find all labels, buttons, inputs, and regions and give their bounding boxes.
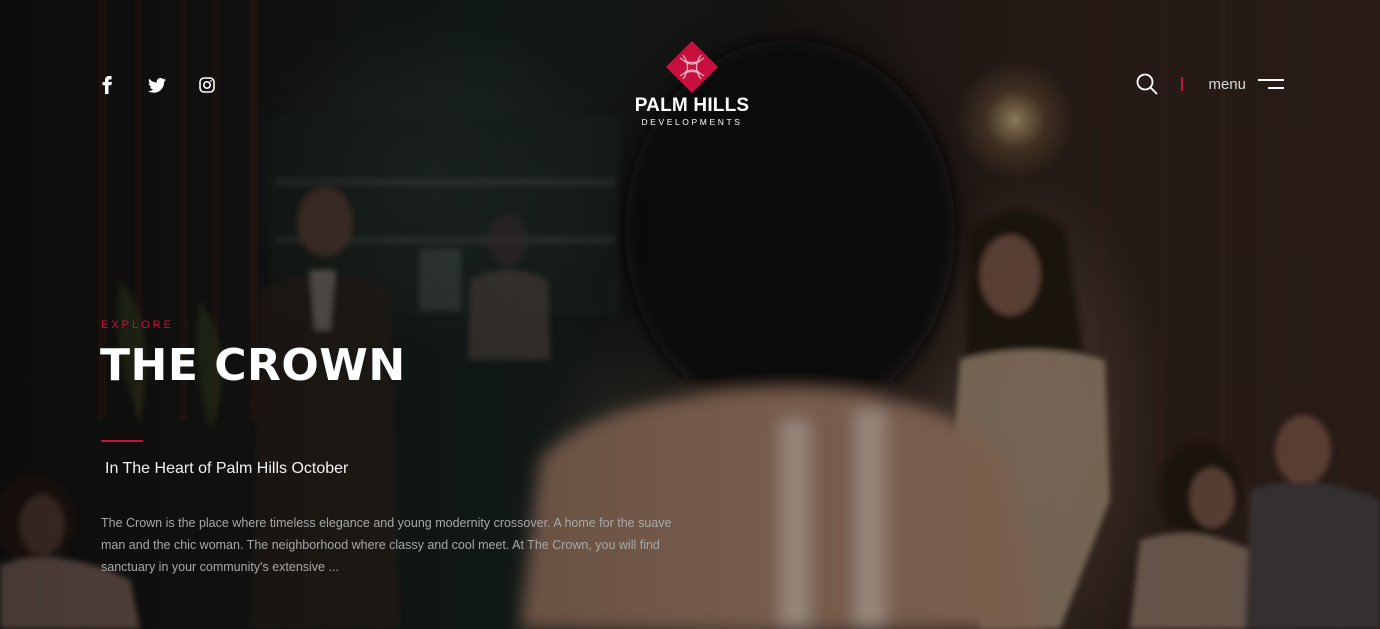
hero-section: PALM HILLS DEVELOPMENTS menu EXPLORE THE…: [0, 0, 1380, 629]
twitter-icon[interactable]: [146, 74, 168, 96]
hero-subtitle: In The Heart of Palm Hills October: [105, 460, 349, 477]
logo-tagline: DEVELOPMENTS: [641, 117, 743, 127]
instagram-icon[interactable]: [196, 74, 218, 96]
social-links: [96, 74, 218, 96]
hero-eyebrow: EXPLORE: [101, 319, 174, 331]
accent-divider: [101, 440, 143, 442]
logo-mark-icon: [666, 41, 718, 93]
facebook-icon[interactable]: [96, 74, 118, 96]
header-actions: menu: [1135, 72, 1284, 96]
logo-name: PALM HILLS: [634, 95, 750, 116]
brand-logo[interactable]: PALM HILLS DEVELOPMENTS: [630, 40, 754, 128]
hamburger-menu-icon[interactable]: [1258, 76, 1284, 92]
menu-label[interactable]: menu: [1208, 76, 1246, 93]
hero-description: The Crown is the place where timeless el…: [101, 515, 672, 574]
search-icon[interactable]: [1135, 72, 1159, 96]
hero-title: THE CROWN: [100, 340, 406, 391]
header-divider: [1181, 77, 1184, 91]
